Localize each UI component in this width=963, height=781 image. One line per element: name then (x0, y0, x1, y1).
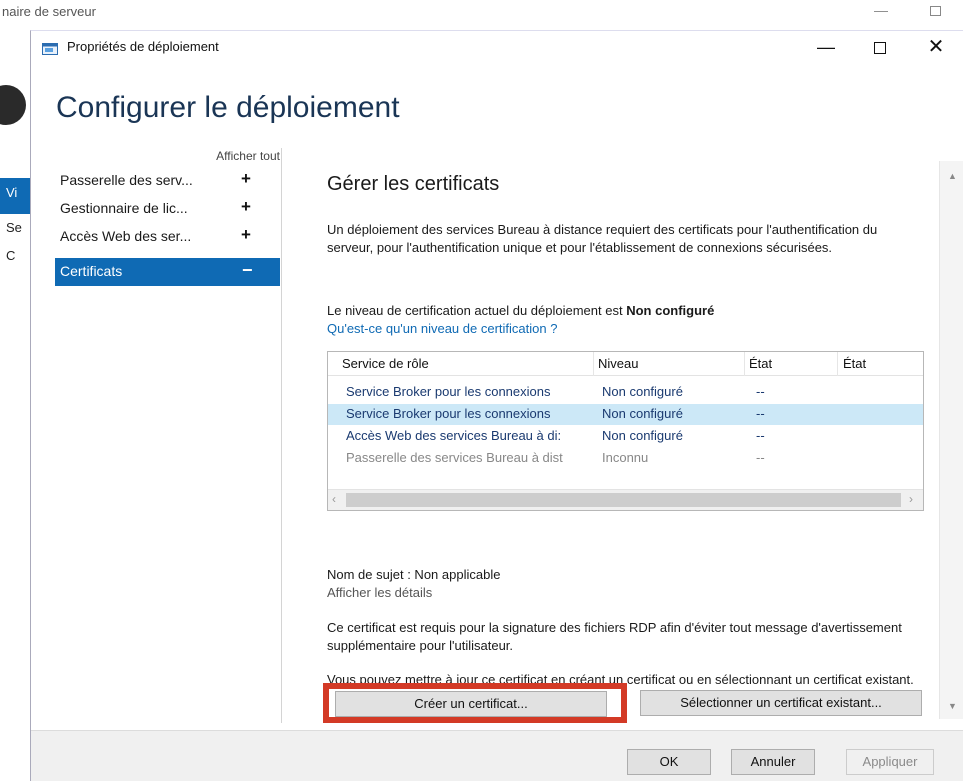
close-button[interactable]: ✕ (921, 37, 951, 59)
select-existing-certificate-button[interactable]: Sélectionner un certificat existant... (640, 690, 922, 716)
nav-item-label: Accès Web des ser... (60, 228, 192, 244)
expand-icon: + (241, 225, 251, 244)
table-row[interactable]: Accès Web des services Bureau à di: Non … (328, 426, 923, 447)
expand-icon: + (241, 197, 251, 216)
background-window-titlebar: naire de serveur — (0, 0, 963, 30)
ok-button[interactable]: OK (627, 749, 711, 775)
nav-item-label: Certificats (60, 263, 123, 279)
column-header-level[interactable]: Niveau (598, 356, 638, 371)
certification-level-text: Le niveau de certification actuel du dép… (327, 303, 715, 318)
nav-item-certificates[interactable]: Certificats − (55, 258, 280, 286)
nav-item-label: Gestionnaire de lic... (60, 200, 188, 216)
nav-divider (281, 148, 282, 723)
section-title: Gérer les certificats (327, 173, 500, 195)
background-sidebar: Vi Se C (0, 30, 30, 781)
horizontal-scrollbar[interactable]: ‹ › (328, 489, 923, 510)
properties-nav: Afficher tout Passerelle des serv... + G… (55, 147, 280, 742)
scrollbar-thumb[interactable] (346, 493, 901, 507)
table-row[interactable]: Passerelle des services Bureau à dist In… (328, 448, 923, 469)
cancel-button[interactable]: Annuler (731, 749, 815, 775)
column-divider (593, 352, 594, 376)
nav-item-licensing[interactable]: Gestionnaire de lic... + (55, 195, 280, 223)
scroll-left-icon[interactable]: ‹ (332, 492, 336, 506)
expand-icon: + (241, 169, 251, 188)
role-services-table[interactable]: Service de rôle Niveau État État Service… (327, 351, 924, 511)
dialog-titlebar: Propriétés de déploiement — ✕ (31, 31, 963, 63)
create-certificate-button[interactable]: Créer un certificat... (335, 691, 607, 717)
table-row[interactable]: Service Broker pour les connexions Non c… (328, 382, 923, 403)
nav-item-label: Passerelle des serv... (60, 172, 193, 188)
background-minimize-icon[interactable]: — (874, 2, 888, 18)
column-header-state[interactable]: État (749, 356, 772, 371)
rdp-signing-text: Ce certificat est requis pour la signatu… (327, 620, 902, 653)
dialog-title: Propriétés de déploiement (67, 39, 219, 54)
show-details-link[interactable]: Afficher les détails (327, 585, 432, 600)
background-back-button[interactable] (0, 85, 26, 125)
scroll-down-icon[interactable]: ▼ (948, 701, 957, 711)
minimize-button[interactable]: — (811, 37, 841, 59)
nav-item-web-access[interactable]: Accès Web des ser... + (55, 223, 280, 251)
background-maximize-icon[interactable] (930, 6, 941, 16)
dialog-footer: OK Annuler Appliquer (31, 730, 963, 781)
background-sidebar-item[interactable]: C (6, 248, 15, 263)
background-window-title: naire de serveur (2, 4, 96, 19)
background-sidebar-item-selected[interactable]: Vi (0, 178, 30, 214)
deployment-properties-dialog: Propriétés de déploiement — ✕ Configurer… (30, 30, 963, 781)
table-header: Service de rôle Niveau État État (328, 352, 923, 376)
scroll-up-icon[interactable]: ▲ (948, 171, 957, 181)
background-sidebar-item[interactable]: Se (6, 220, 22, 235)
column-divider (744, 352, 745, 376)
certification-level-help-link[interactable]: Qu'est-ce qu'un niveau de certification … (327, 321, 557, 336)
maximize-icon (874, 42, 886, 54)
certification-level-value: Non configuré (626, 303, 715, 318)
create-certificate-highlight: Créer un certificat... (323, 683, 627, 723)
vertical-scrollbar[interactable]: ▲ ▼ (939, 161, 963, 719)
collapse-icon: − (242, 260, 253, 280)
column-divider (837, 352, 838, 376)
table-row-selected[interactable]: Service Broker pour les connexions Non c… (328, 404, 923, 425)
nav-item-gateway[interactable]: Passerelle des serv... + (55, 167, 280, 195)
certificates-description: Un déploiement des services Bureau à dis… (327, 222, 878, 255)
apply-button[interactable]: Appliquer (846, 749, 934, 775)
show-all-link[interactable]: Afficher tout (216, 149, 280, 163)
subject-name: Nom de sujet : Non applicable (327, 567, 501, 582)
column-header-role-service[interactable]: Service de rôle (342, 356, 429, 371)
page-title: Configurer le déploiement (56, 91, 400, 124)
scroll-right-icon[interactable]: › (909, 492, 913, 506)
server-properties-icon (42, 43, 58, 55)
column-header-state-2[interactable]: État (843, 356, 866, 371)
maximize-button[interactable] (865, 37, 895, 59)
